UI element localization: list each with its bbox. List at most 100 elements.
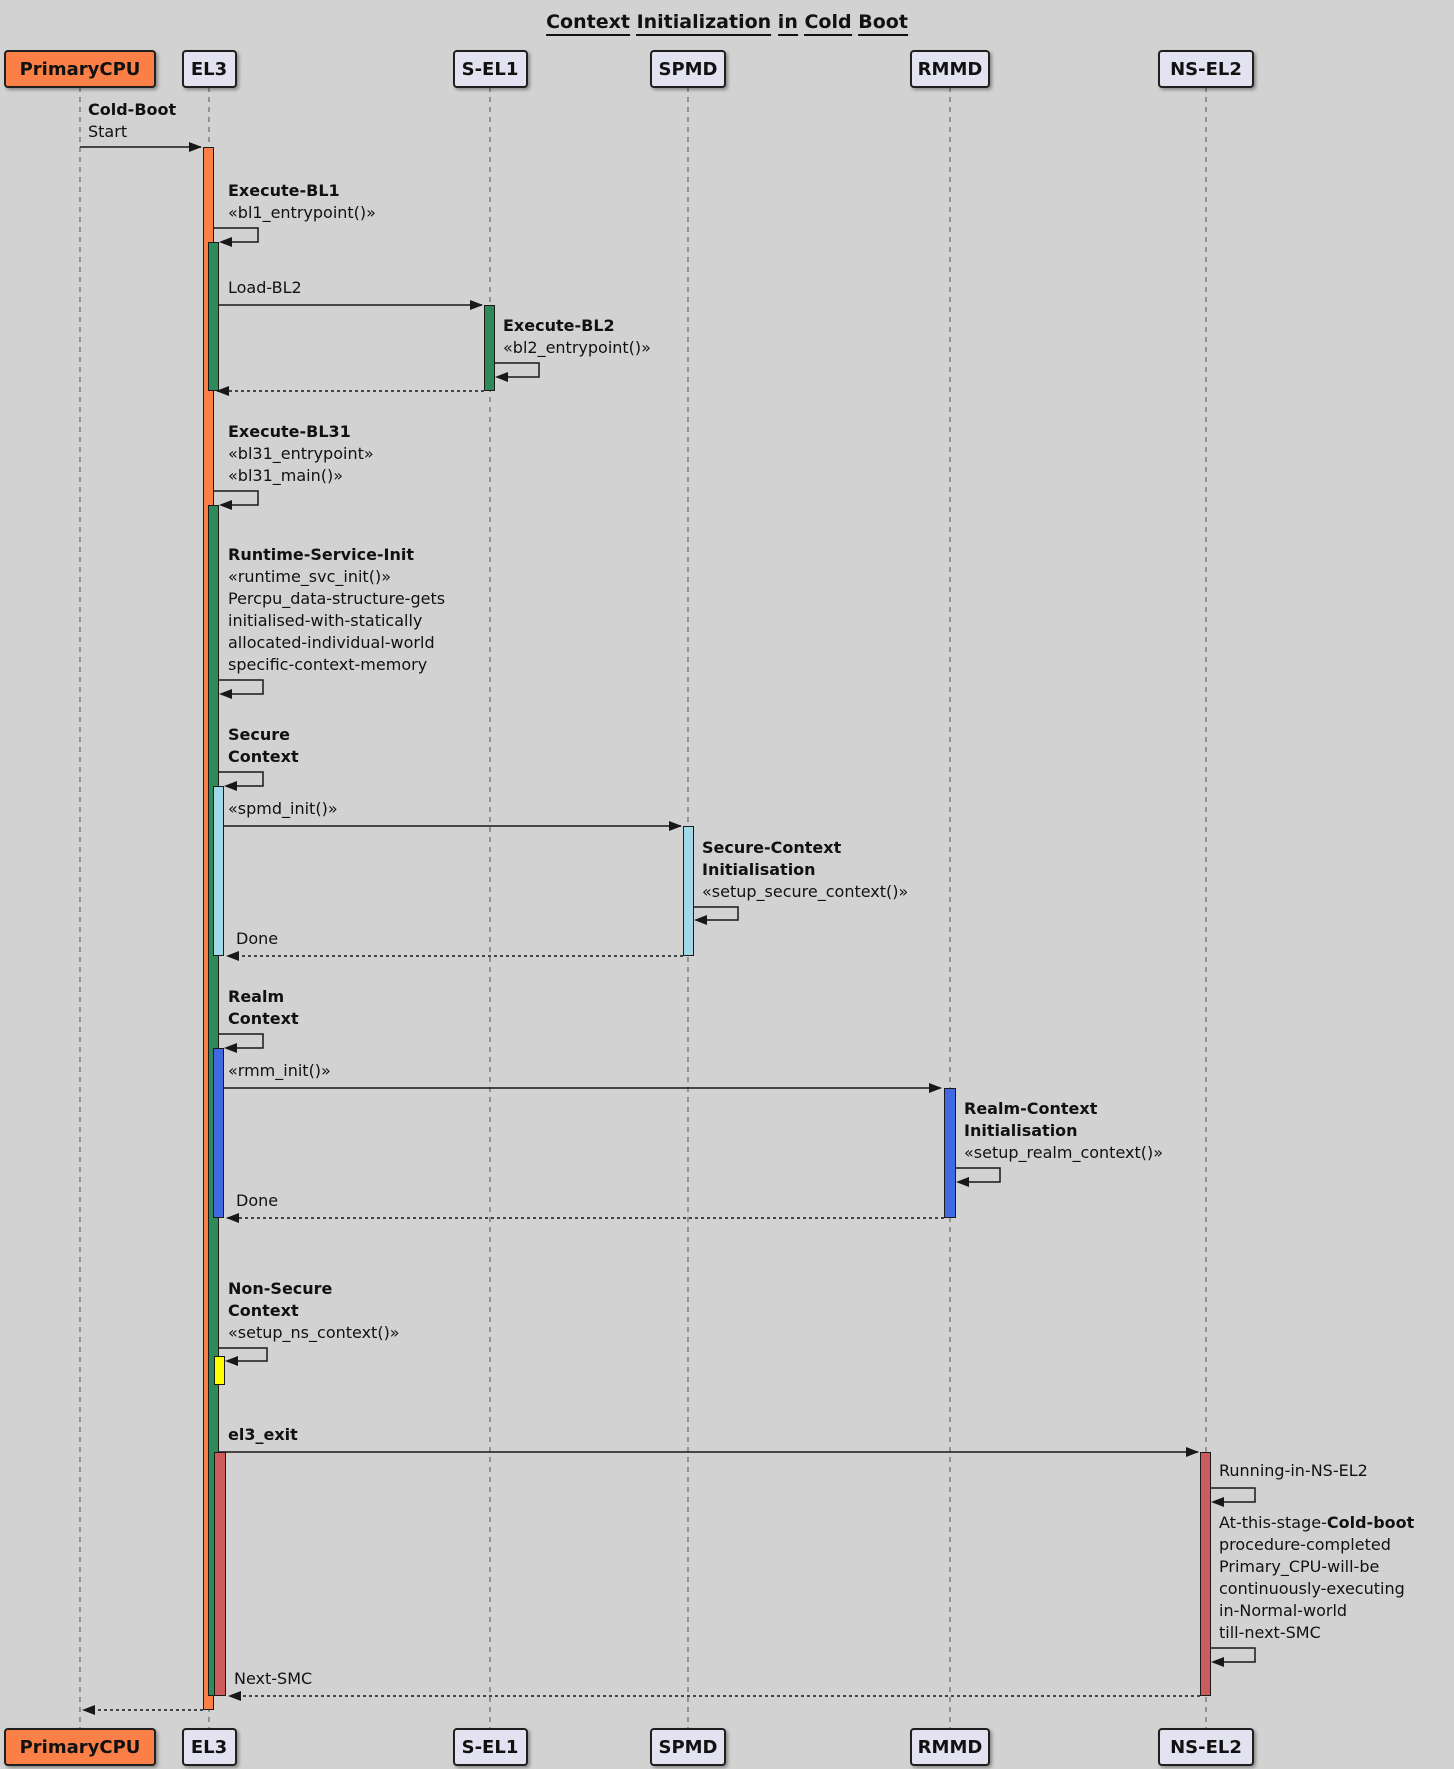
return-next-smc-label-text: Next-SMC: [234, 1669, 312, 1688]
participant-ns-el2-label: NS-EL2: [1170, 59, 1242, 80]
self-cold-boot-completed-label-line: At-this-stage-Cold-boot: [1219, 1512, 1414, 1534]
return-next-smc-label-line: Next-SMC: [234, 1668, 312, 1690]
self-running-in-ns-el2-label-line: Running-in-NS-EL2: [1219, 1460, 1368, 1482]
self-secure-context-label: SecureContext: [228, 724, 299, 768]
self-cold-boot-completed-label-line: procedure-completed: [1219, 1534, 1414, 1556]
self-cold-boot-completed-label-line: continuously-executing: [1219, 1578, 1414, 1600]
self-setup-secure-context-label-line: Secure-Context: [702, 837, 908, 859]
self-runtime-service-init-label: Runtime-Service-Init«runtime_svc_init()»…: [228, 544, 445, 676]
self-setup-ns-context-label: Non-Secure Context «setup_ns_context()»: [228, 1278, 400, 1344]
self-setup-ns-context-label-line: Context: [228, 1300, 400, 1322]
participant-primary-cpu-top: PrimaryCPU: [4, 50, 156, 88]
return-spmd-done-label-line: Done: [236, 928, 278, 950]
msg-cold-boot-start-label-line: Cold-Boot: [88, 99, 176, 121]
self-realm-context-label-line: Context: [228, 1008, 299, 1030]
participant-s-el1-top: S-EL1: [453, 50, 528, 88]
self-secure-context-label-line: Secure: [228, 724, 299, 746]
el3-activation-green-a: [208, 242, 219, 391]
self-runtime-service-init-label-text: «runtime_svc_init()»: [228, 567, 391, 586]
participant-rmmd-label: RMMD: [918, 59, 983, 80]
self-setup-ns-context-label-text: Context: [228, 1301, 299, 1320]
participant-el3-label: EL3: [191, 59, 227, 80]
self-cold-boot-completed-label-line: in-Normal-world: [1219, 1600, 1414, 1622]
self-setup-secure-context-label: Secure-Context Initialisation «setup_secur…: [702, 837, 908, 903]
return-rmmd-done-label-text: Done: [236, 1191, 278, 1210]
participant-rmmd-top: RMMD: [910, 50, 990, 88]
self-execute-bl31-label-text: «bl31_main()»: [228, 466, 343, 485]
self-runtime-service-init-label-line: allocated-individual-world: [228, 632, 445, 654]
self-execute-bl1-label-line: «bl1_entrypoint()»: [228, 202, 376, 224]
return-rmmd-done-label: Done: [236, 1190, 278, 1212]
self-cold-boot-completed-label-line: till-next-SMC: [1219, 1622, 1414, 1644]
self-setup-secure-context-label-text: Secure-Context: [702, 838, 841, 857]
self-secure-context-label-line: Context: [228, 746, 299, 768]
self-cold-boot-completed-label-text: continuously-executing: [1219, 1579, 1405, 1598]
self-setup-realm-context-label-text: «setup_realm_context()»: [964, 1143, 1163, 1162]
participant-s-el1-bottom: S-EL1: [453, 1728, 528, 1766]
participant-ns-el2-label: NS-EL2: [1170, 1737, 1242, 1758]
return-rmmd-done-label-line: Done: [236, 1190, 278, 1212]
self-running-in-ns-el2-label-text: Running-in-NS-EL2: [1219, 1461, 1368, 1480]
self-setup-secure-context-label-text: «setup_secure_context()»: [702, 882, 908, 901]
self-execute-bl31-label-line: «bl31_entrypoint»: [228, 443, 374, 465]
msg-rmm-init-label-text: «rmm_init()»: [228, 1061, 331, 1080]
self-runtime-service-init-label-line: Runtime-Service-Init: [228, 544, 445, 566]
self-cold-boot-completed-label-text: till-next-SMC: [1219, 1623, 1321, 1642]
participant-spmd-bottom: SPMD: [650, 1728, 726, 1766]
self-execute-bl31-label: Execute-BL31 «bl31_entrypoint» «bl31_main(…: [228, 421, 374, 487]
participant-spmd-label: SPMD: [658, 1737, 717, 1758]
participant-rmmd-label: RMMD: [918, 1737, 983, 1758]
el3-activation-red: [214, 1452, 226, 1696]
self-runtime-service-init-label-text: initialised-with-statically: [228, 611, 422, 630]
participant-spmd-top: SPMD: [650, 50, 726, 88]
msg-spmd-init-label-line: «spmd_init()»: [228, 798, 338, 820]
self-cold-boot-completed-label-text: At-this-stage-: [1219, 1513, 1327, 1532]
self-execute-bl31-label-text: Execute-BL31: [228, 422, 351, 441]
msg-el3-exit-label: el3_exit: [228, 1424, 298, 1446]
self-setup-realm-context-label-line: «setup_realm_context()»: [964, 1142, 1163, 1164]
self-execute-bl31-label-text: «bl31_entrypoint»: [228, 444, 374, 463]
self-cold-boot-completed-label-text: procedure-completed: [1219, 1535, 1391, 1554]
participant-s-el1-label: S-EL1: [462, 59, 519, 80]
spmd-activation-lightblue: [683, 826, 694, 956]
self-setup-secure-context-label-line: Initialisation: [702, 859, 908, 881]
self-runtime-service-init-label-text: Percpu_data-structure-gets: [228, 589, 445, 608]
el3-activation-lightblue: [213, 786, 224, 956]
self-cold-boot-completed-label-text: Cold-boot: [1327, 1513, 1414, 1532]
rmmd-activation-blue: [944, 1088, 956, 1218]
self-execute-bl2-label-text: «bl2_entrypoint()»: [503, 338, 651, 357]
self-setup-ns-context-label-text: «setup_ns_context()»: [228, 1323, 400, 1342]
self-execute-bl2-label-text: Execute-BL2: [503, 316, 615, 335]
msg-spmd-init-label: «spmd_init()»: [228, 798, 338, 820]
self-realm-context-label-line: Realm: [228, 986, 299, 1008]
self-setup-secure-context-label-text: Initialisation: [702, 860, 816, 879]
msg-rmm-init-label-line: «rmm_init()»: [228, 1060, 331, 1082]
self-execute-bl1-label-text: Execute-BL1: [228, 181, 340, 200]
participant-primary-cpu-label: PrimaryCPU: [20, 59, 141, 80]
self-setup-ns-context-label-line: Non-Secure: [228, 1278, 400, 1300]
participant-rmmd-bottom: RMMD: [910, 1728, 990, 1766]
participant-ns-el2-top: NS-EL2: [1158, 50, 1254, 88]
msg-rmm-init-label: «rmm_init()»: [228, 1060, 331, 1082]
self-execute-bl1-label-line: Execute-BL1: [228, 180, 376, 202]
nsel2-activation-red: [1200, 1452, 1211, 1696]
self-cold-boot-completed-label-line: Primary_CPU-will-be: [1219, 1556, 1414, 1578]
return-spmd-done-label-text: Done: [236, 929, 278, 948]
self-setup-ns-context-label-text: Non-Secure: [228, 1279, 332, 1298]
self-running-in-ns-el2-label: Running-in-NS-EL2: [1219, 1460, 1368, 1482]
msg-load-bl2-label-text: Load-BL2: [228, 278, 302, 297]
msg-cold-boot-start-label-text: Cold-Boot: [88, 100, 176, 119]
msg-load-bl2-label: Load-BL2: [228, 277, 302, 299]
participant-el3-bottom: EL3: [182, 1728, 237, 1766]
el3-activation-blue: [213, 1048, 224, 1218]
participant-primary-cpu-bottom: PrimaryCPU: [4, 1728, 156, 1766]
self-cold-boot-completed-label: At-this-stage-Cold-bootprocedure-complet…: [1219, 1512, 1414, 1644]
self-realm-context-label: RealmContext: [228, 986, 299, 1030]
self-execute-bl31-label-line: «bl31_main()»: [228, 465, 374, 487]
return-spmd-done-label: Done: [236, 928, 278, 950]
self-runtime-service-init-label-line: initialised-with-statically: [228, 610, 445, 632]
self-runtime-service-init-label-text: allocated-individual-world: [228, 633, 435, 652]
sel1-activation-green: [484, 305, 495, 391]
self-execute-bl2-label-line: Execute-BL2: [503, 315, 651, 337]
self-execute-bl2-label: Execute-BL2 «bl2_entrypoint()»: [503, 315, 651, 359]
